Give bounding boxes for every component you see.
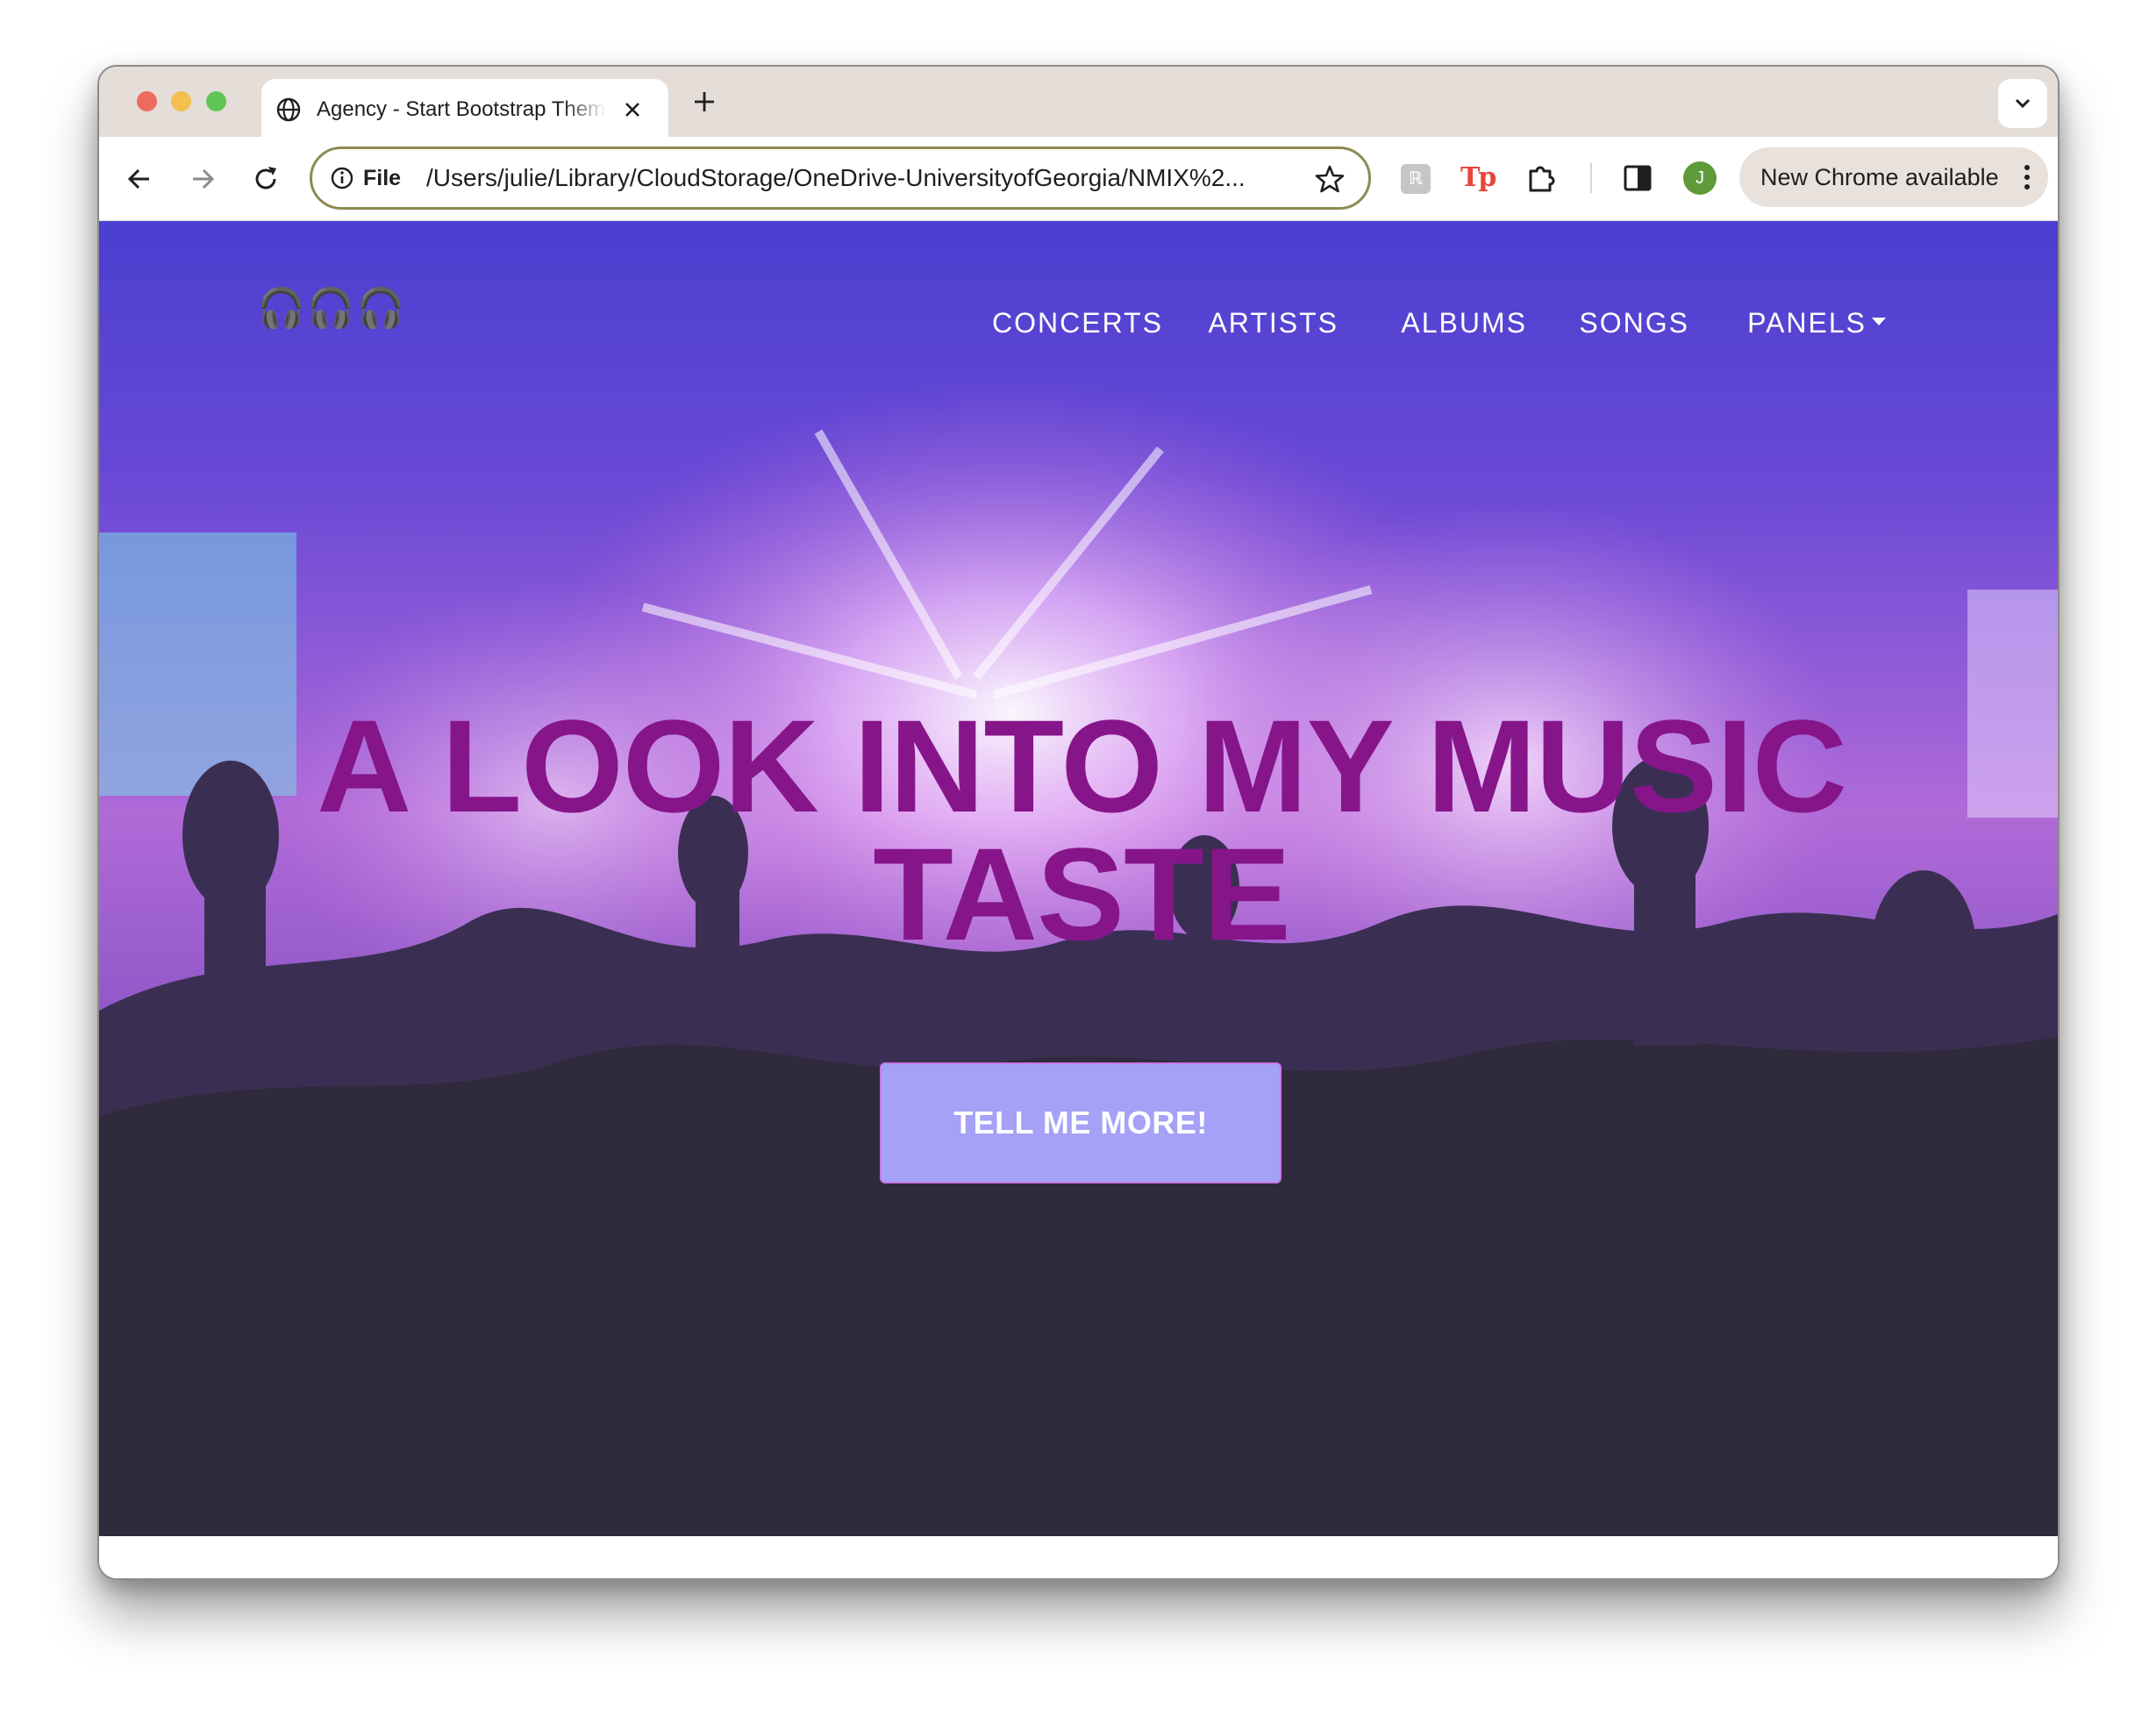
page-bottom-strip	[99, 1536, 2058, 1578]
address-bar[interactable]: File /Users/julie/Library/CloudStorage/O…	[310, 147, 1371, 210]
back-arrow-icon[interactable]	[124, 163, 155, 195]
nav-item-panels-label: PANELS	[1747, 307, 1867, 339]
profile-avatar[interactable]: J	[1683, 161, 1717, 195]
nav-item-panels[interactable]: PANELS	[1747, 305, 1886, 340]
puzzle-icon[interactable]	[1524, 161, 1559, 196]
forward-arrow-icon[interactable]	[187, 163, 218, 195]
toolbar-divider	[1590, 163, 1592, 193]
brand-logo[interactable]: 🎧🎧🎧	[257, 284, 406, 333]
more-menu-icon[interactable]	[2022, 163, 2032, 191]
nav-item-songs[interactable]: SONGS	[1579, 305, 1689, 340]
zoom-window-button[interactable]	[206, 91, 226, 111]
address-scheme: File	[363, 166, 402, 190]
dropdown-caret-icon	[1872, 318, 1886, 326]
tell-me-more-button[interactable]: TELL ME MORE!	[880, 1062, 1281, 1183]
address-url[interactable]: /Users/julie/Library/CloudStorage/OneDri…	[426, 164, 1286, 192]
tab-search-button[interactable]	[1998, 79, 2047, 128]
close-tab-icon[interactable]	[619, 97, 646, 123]
globe-icon	[276, 97, 301, 122]
tab-title: Agency - Start Bootstrap Theme	[317, 97, 606, 121]
chevron-down-icon	[2015, 98, 2031, 109]
update-chip[interactable]: New Chrome available	[1739, 147, 2048, 207]
page-viewport: 🎧🎧🎧 CONCERTS ARTISTS ALBUMS SONGS PANELS…	[99, 221, 2058, 1536]
update-chip-label: New Chrome available	[1760, 164, 1999, 190]
bookmark-star-icon[interactable]	[1314, 163, 1346, 195]
close-window-button[interactable]	[137, 91, 157, 111]
hero-title-line-2: TASTE	[873, 820, 1291, 968]
hero-title: A LOOK INTO MY MUSIC TASTE	[222, 692, 1941, 968]
tab-strip: Agency - Start Bootstrap Theme	[99, 67, 2058, 137]
nav-item-concerts[interactable]: CONCERTS	[992, 305, 1163, 340]
active-tab[interactable]: Agency - Start Bootstrap Theme	[261, 79, 668, 137]
minimize-window-button[interactable]	[171, 91, 191, 111]
site-info-icon[interactable]	[330, 166, 354, 190]
nav-item-artists[interactable]: ARTISTS	[1208, 305, 1339, 340]
tp-extension-icon[interactable]: Tp	[1460, 161, 1496, 196]
hero-title-line-1: A LOOK INTO MY MUSIC	[317, 692, 1847, 840]
reload-icon[interactable]	[250, 163, 282, 195]
browser-toolbar: File /Users/julie/Library/CloudStorage/O…	[99, 137, 2058, 221]
new-tab-icon[interactable]	[690, 88, 718, 116]
browser-window: Agency - Start Bootstrap Theme File /Use…	[97, 65, 2060, 1580]
side-panel-icon[interactable]	[1620, 161, 1655, 196]
nav-item-albums[interactable]: ALBUMS	[1401, 305, 1527, 340]
reader-extension-icon[interactable]: ℝ	[1401, 164, 1431, 194]
